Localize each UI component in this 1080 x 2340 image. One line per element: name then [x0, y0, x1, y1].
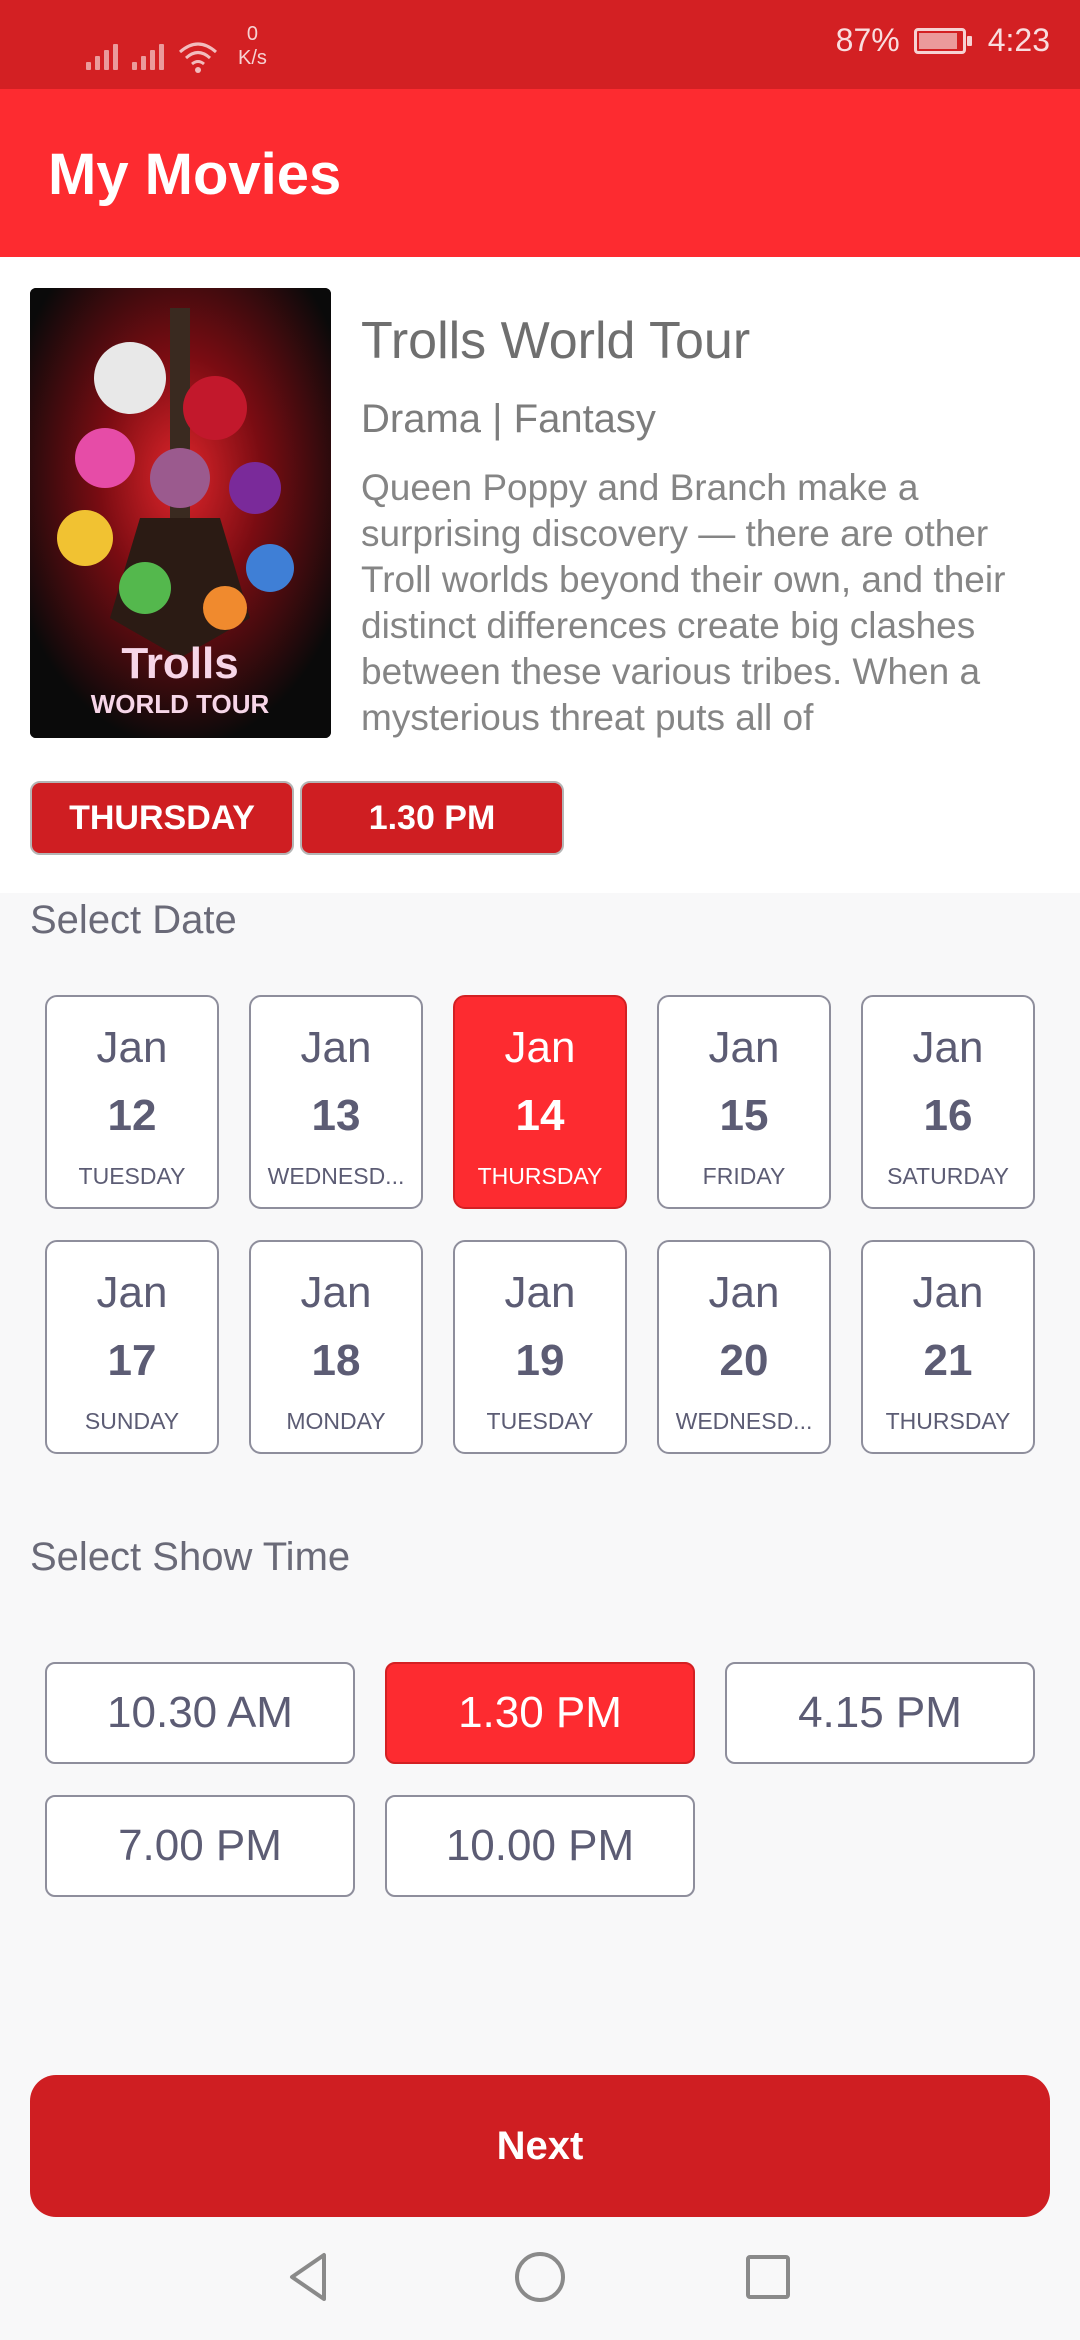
select-date-label: Select Date: [30, 898, 237, 942]
date-weekday: WEDNESD...: [267, 1163, 405, 1189]
date-weekday: TUESDAY: [486, 1408, 594, 1434]
date-cell-jan-14[interactable]: Jan 14 THURSDAY: [453, 995, 627, 1209]
date-cell-jan-19[interactable]: Jan 19 TUESDAY: [453, 1240, 627, 1454]
select-show-time-label: Select Show Time: [30, 1535, 351, 1579]
date-cell-jan-20[interactable]: Jan 20 WEDNESD...: [657, 1240, 831, 1454]
next-button[interactable]: Next: [30, 2075, 1050, 2217]
time-option-130pm[interactable]: 1.30 PM: [385, 1662, 695, 1764]
date-month: Jan: [504, 1268, 576, 1317]
movie-genre: Drama | Fantasy: [361, 397, 656, 441]
date-month: Jan: [708, 1268, 780, 1317]
date-day: 20: [719, 1336, 769, 1385]
status-bar: 0 K/s 87% 4:23: [0, 0, 1080, 89]
date-weekday: MONDAY: [286, 1408, 386, 1434]
time-option-700pm[interactable]: 7.00 PM: [45, 1795, 355, 1897]
signal-icon: [86, 40, 118, 70]
wifi-icon: [178, 40, 218, 73]
net-speed-unit: K/s: [238, 47, 267, 69]
date-cell-jan-15[interactable]: Jan 15 FRIDAY: [657, 995, 831, 1209]
movie-poster: Trolls WORLD TOUR: [30, 288, 331, 738]
date-month: Jan: [912, 1268, 984, 1317]
date-weekday: THURSDAY: [477, 1163, 603, 1189]
system-nav-bar: [0, 2217, 1080, 2340]
date-cell-jan-12[interactable]: Jan 12 TUESDAY: [45, 995, 219, 1209]
recents-icon[interactable]: [738, 2247, 798, 2307]
date-weekday: WEDNESD...: [675, 1408, 813, 1434]
date-day: 17: [107, 1336, 157, 1385]
date-month: Jan: [300, 1023, 372, 1072]
date-day: 13: [311, 1091, 361, 1140]
date-day: 21: [923, 1336, 973, 1385]
date-day: 19: [515, 1336, 565, 1385]
date-month: Jan: [300, 1268, 372, 1317]
date-day: 16: [923, 1091, 973, 1140]
date-weekday: FRIDAY: [702, 1163, 786, 1189]
status-left: 0 K/s: [86, 18, 267, 73]
date-month: Jan: [96, 1023, 168, 1072]
net-speed-value: 0: [246, 23, 259, 45]
app-bar: My Movies: [0, 89, 1080, 257]
clock: 4:23: [987, 22, 1050, 58]
movie-card: Trolls WORLD TOUR Trolls World Tour Dram…: [0, 257, 1080, 893]
date-month: Jan: [708, 1023, 780, 1072]
selected-day-chip[interactable]: THURSDAY: [30, 781, 294, 855]
poster-subtitle-text: WORLD TOUR: [91, 689, 270, 719]
back-icon[interactable]: [280, 2247, 340, 2307]
date-day: 15: [719, 1091, 769, 1140]
date-day: 12: [107, 1091, 157, 1140]
date-cell-jan-17[interactable]: Jan 17 SUNDAY: [45, 1240, 219, 1454]
time-option-1000pm[interactable]: 10.00 PM: [385, 1795, 695, 1897]
app-title: My Movies: [48, 142, 342, 207]
date-month: Jan: [504, 1023, 576, 1072]
date-day: 14: [515, 1091, 565, 1140]
date-cell-jan-21[interactable]: Jan 21 THURSDAY: [861, 1240, 1035, 1454]
time-option-415pm[interactable]: 4.15 PM: [725, 1662, 1035, 1764]
date-cell-jan-18[interactable]: Jan 18 MONDAY: [249, 1240, 423, 1454]
time-option-1030am[interactable]: 10.30 AM: [45, 1662, 355, 1764]
date-month: Jan: [96, 1268, 168, 1317]
movie-title: Trolls World Tour: [361, 312, 751, 370]
date-cell-jan-16[interactable]: Jan 16 SATURDAY: [861, 995, 1035, 1209]
battery-percent: 87%: [835, 22, 900, 58]
date-weekday: SUNDAY: [84, 1408, 180, 1434]
selected-time-chip[interactable]: 1.30 PM: [300, 781, 564, 855]
net-speed: 0 K/s: [238, 22, 267, 70]
poster-title-text: Trolls: [121, 639, 238, 688]
home-icon[interactable]: [510, 2247, 570, 2307]
date-weekday: THURSDAY: [885, 1408, 1011, 1434]
date-weekday: TUESDAY: [78, 1163, 186, 1189]
status-right: 87% 4:23: [836, 22, 1050, 59]
date-day: 18: [311, 1336, 361, 1385]
date-weekday: SATURDAY: [887, 1163, 1009, 1189]
date-month: Jan: [912, 1023, 984, 1072]
movie-description: Queen Poppy and Branch make a surprising…: [361, 467, 1006, 738]
battery-icon: [913, 27, 972, 54]
signal-icon: [132, 40, 164, 70]
date-cell-jan-13[interactable]: Jan 13 WEDNESD...: [249, 995, 423, 1209]
poster-image: Trolls WORLD TOUR: [30, 288, 331, 738]
